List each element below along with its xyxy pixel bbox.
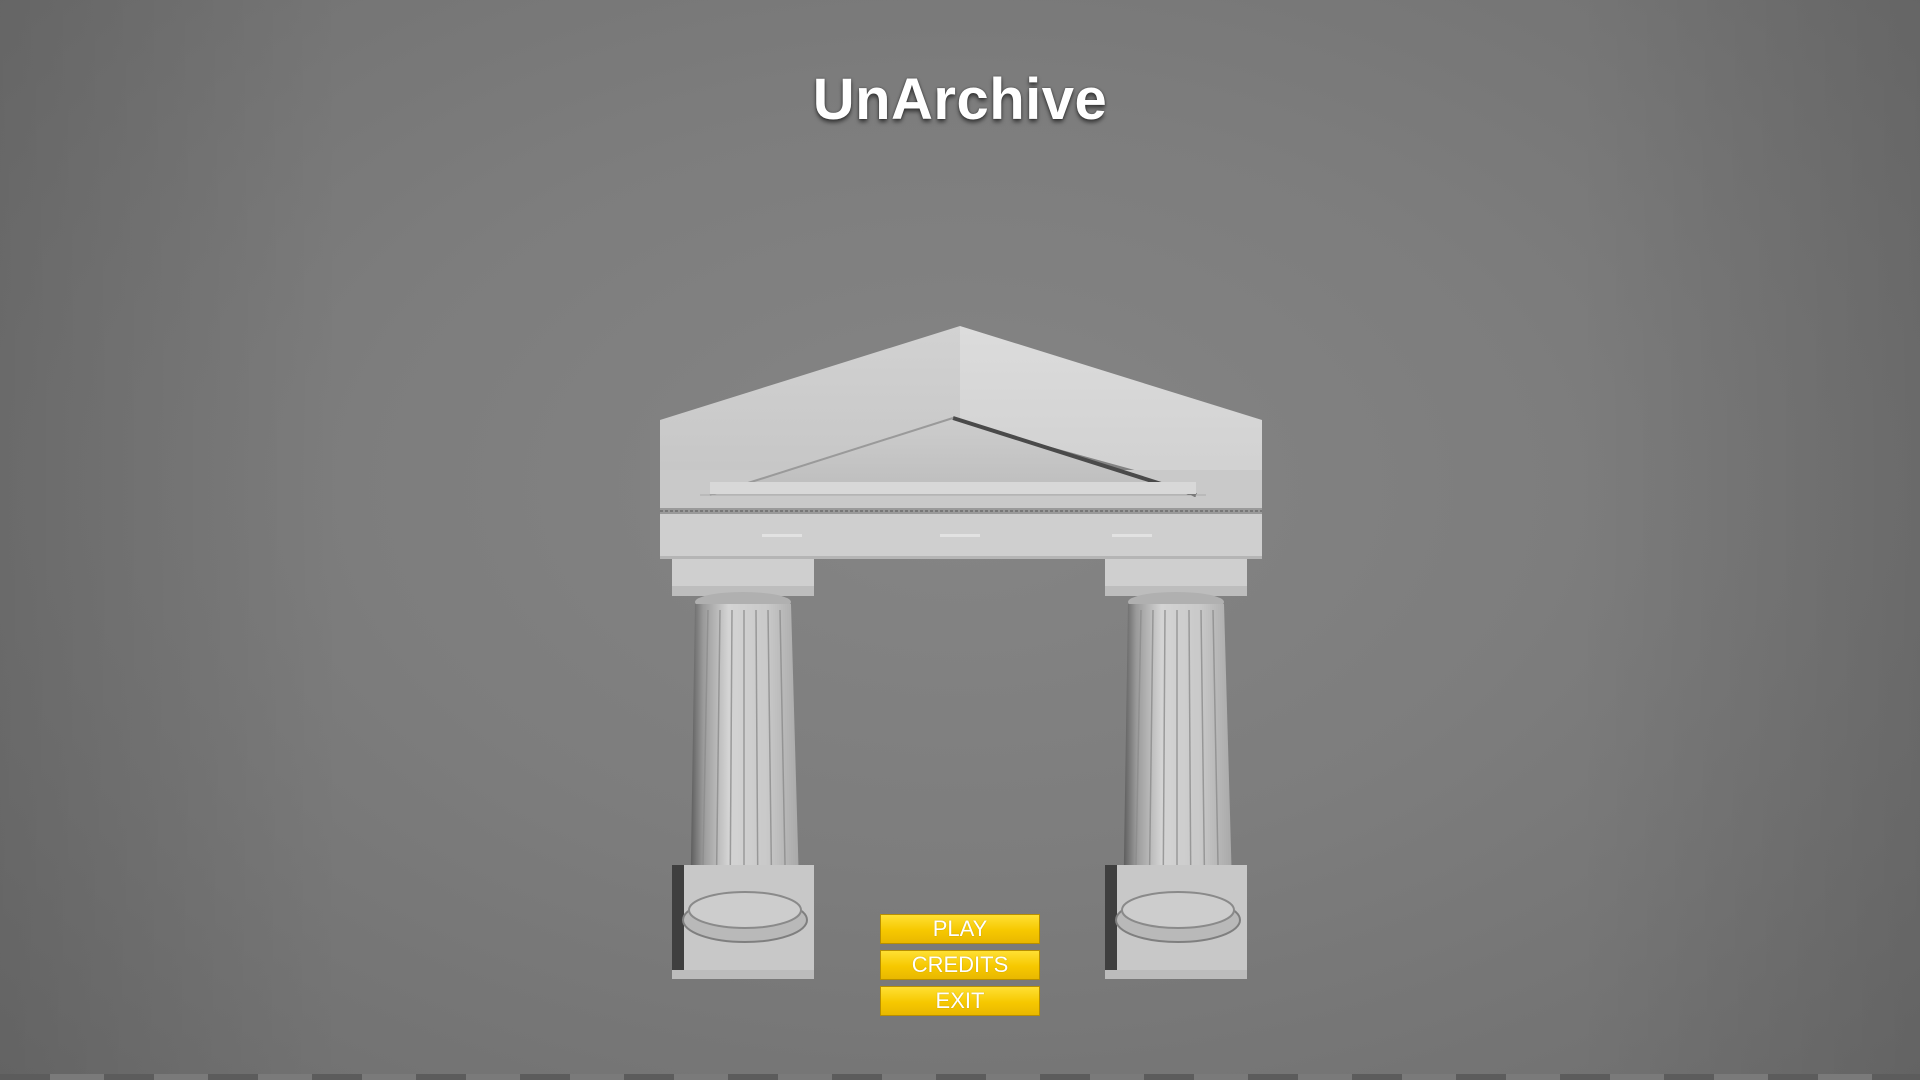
entablature — [660, 508, 1262, 559]
game-title: UnArchive — [812, 67, 1108, 132]
exit-button[interactable]: EXIT — [880, 986, 1040, 1016]
ground-edge — [0, 1074, 1920, 1080]
left-column — [672, 559, 814, 979]
pediment-roof — [660, 326, 1262, 510]
play-button[interactable]: PLAY — [880, 914, 1040, 944]
temple-gate-model — [660, 326, 1262, 979]
credits-button[interactable]: CREDITS — [880, 950, 1040, 980]
main-menu: PLAY CREDITS EXIT — [880, 914, 1040, 1022]
right-column — [1105, 559, 1247, 979]
